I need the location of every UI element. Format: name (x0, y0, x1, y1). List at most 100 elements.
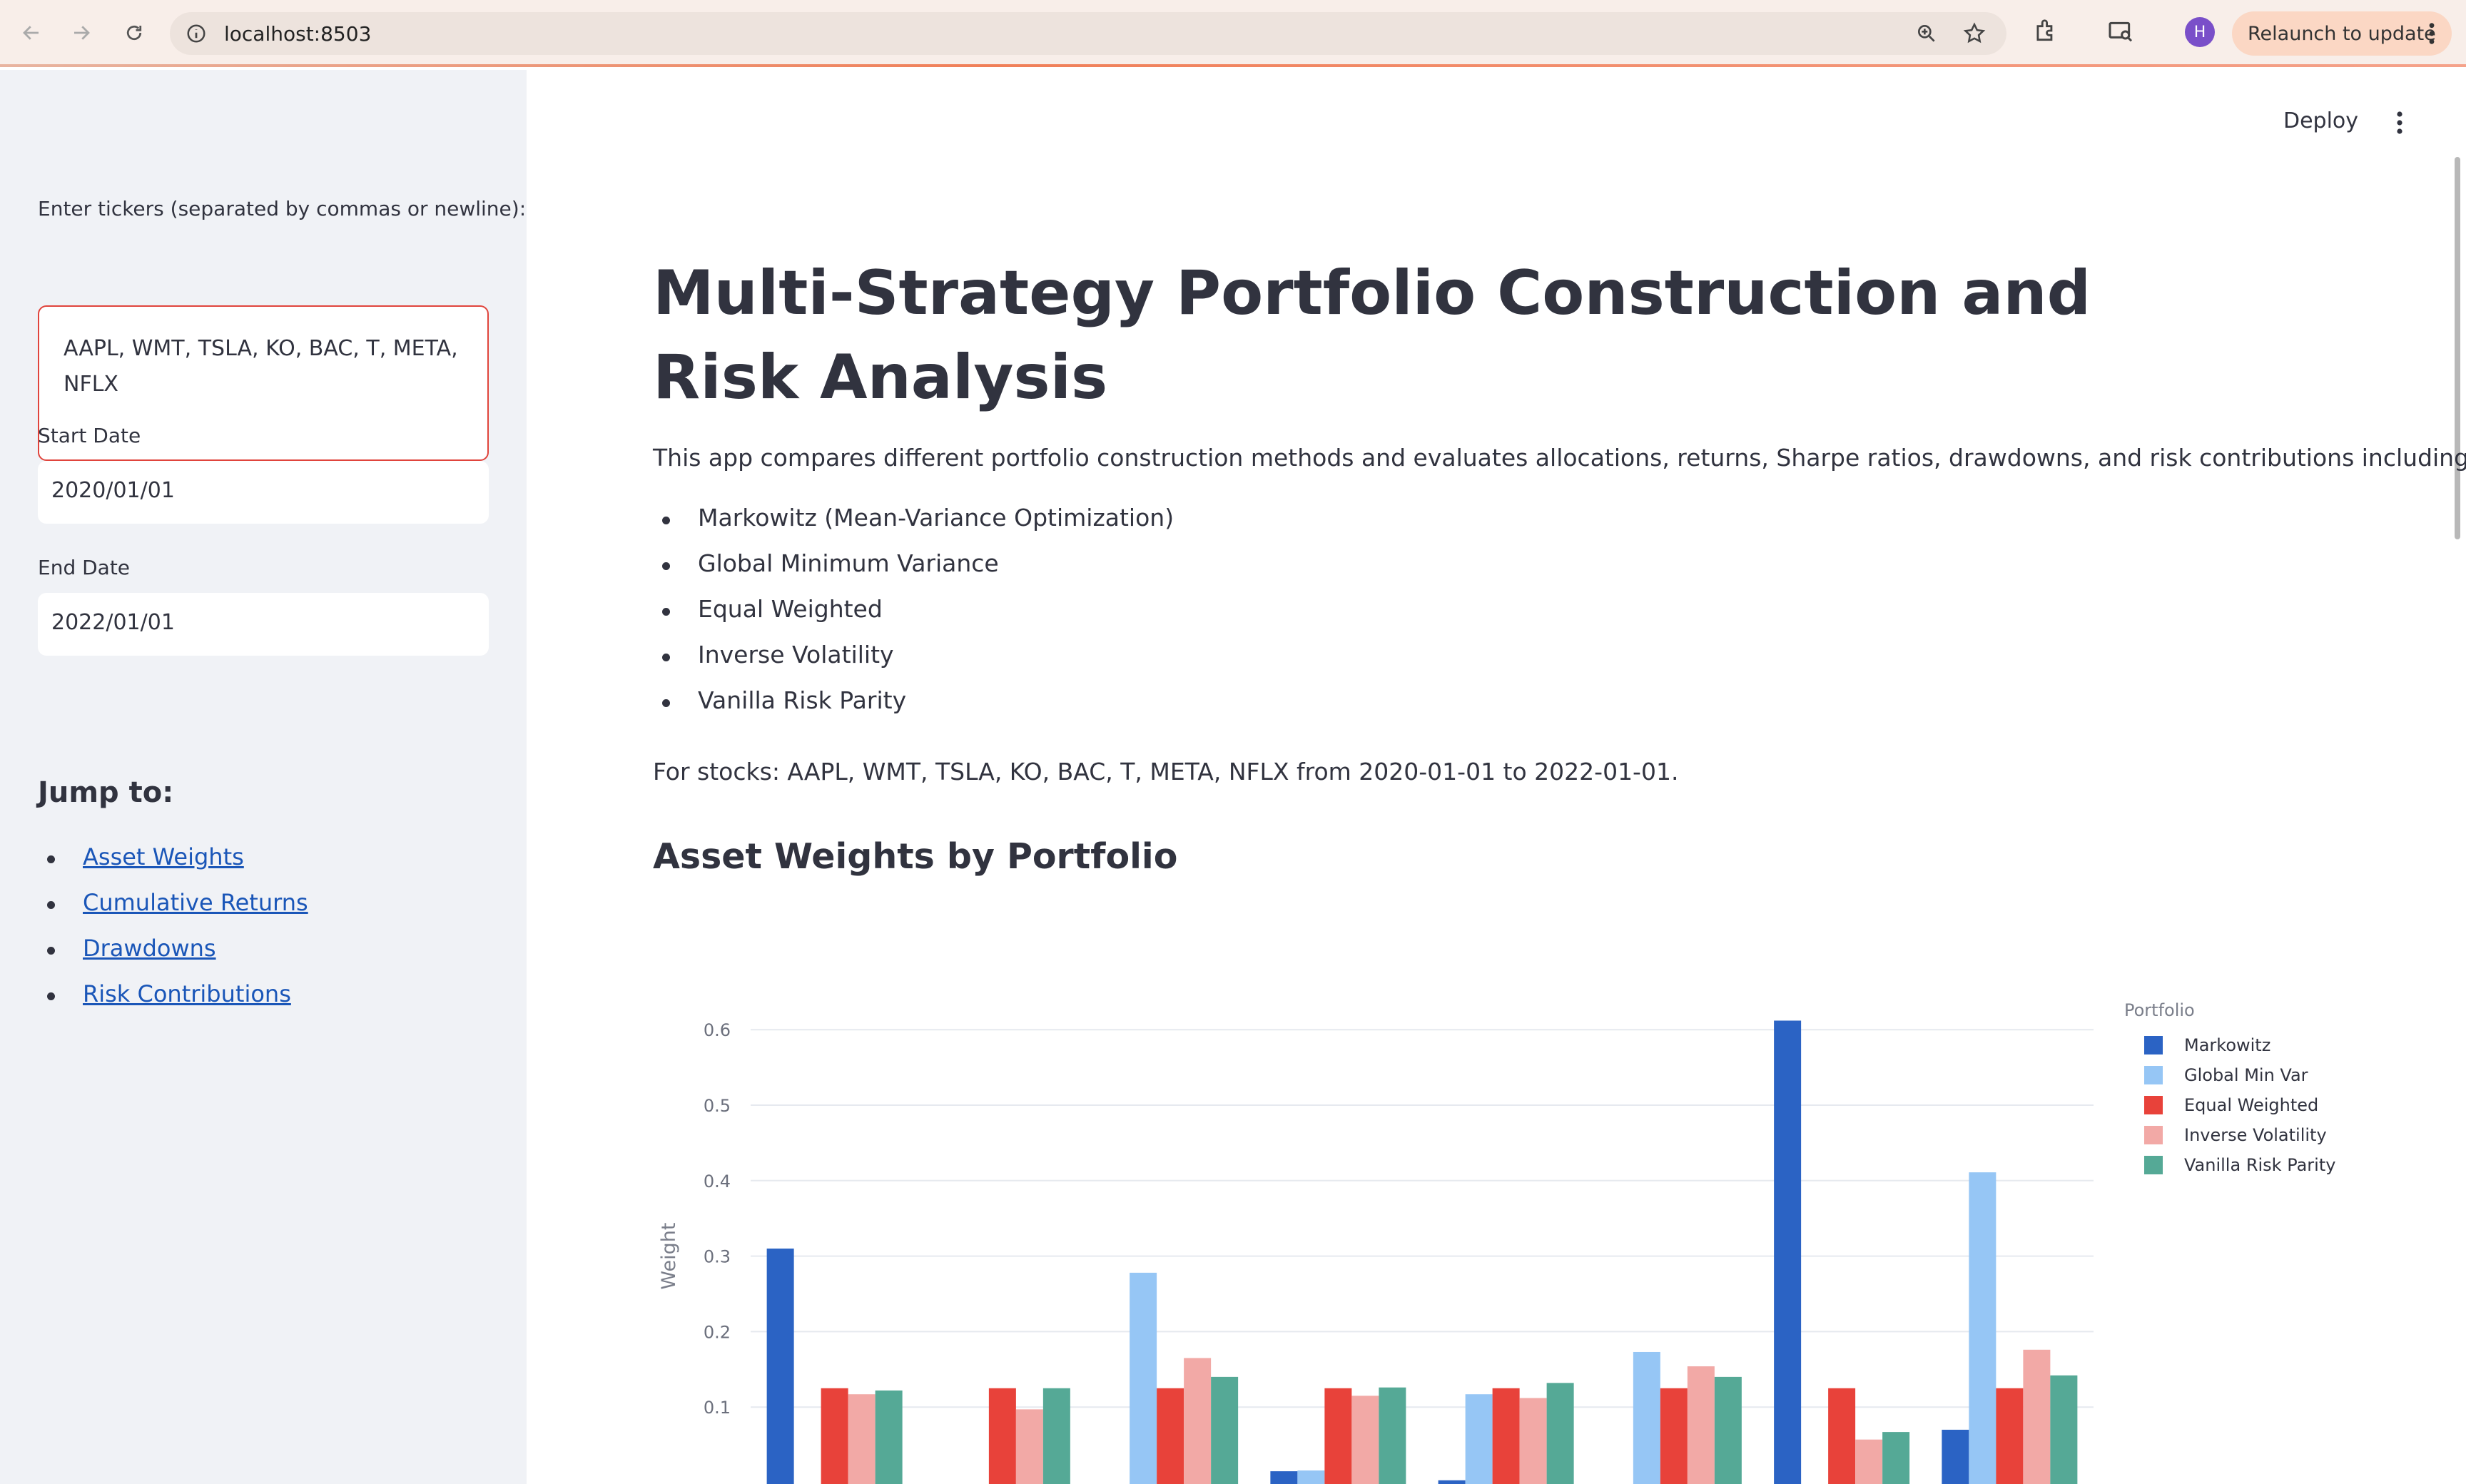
back-arrow-icon (23, 26, 39, 40)
bar-vanilla-risk-parity (1211, 1376, 1239, 1484)
bar-equal-weighted (821, 1388, 848, 1484)
deploy-button[interactable]: Deploy (2283, 108, 2358, 133)
method-item: Global Minimum Variance (653, 549, 1174, 595)
y-tick-label: 0.6 (704, 1020, 731, 1040)
forward-arrow-icon (74, 26, 90, 40)
bar-vanilla-risk-parity (1882, 1432, 1910, 1484)
asset-weights-heading: Asset Weights by Portfolio (653, 836, 1178, 877)
back-button[interactable] (14, 16, 49, 50)
methods-list: Markowitz (Mean-Variance Optimization) G… (653, 504, 1174, 732)
reload-icon (126, 25, 142, 41)
bar-vanilla-risk-parity (1546, 1383, 1574, 1484)
asset-weights-link[interactable]: Asset Weights (83, 843, 244, 870)
bar-inverse-volatility (1351, 1396, 1379, 1484)
bar-equal-weighted (988, 1388, 1016, 1484)
method-item: Markowitz (Mean-Variance Optimization) (653, 504, 1174, 549)
bar-equal-weighted (1157, 1388, 1184, 1484)
bar-global-min-var (1465, 1394, 1493, 1484)
sidebar: Enter tickers (separated by commas or ne… (0, 70, 527, 1484)
bar-global-min-var (1633, 1351, 1660, 1484)
jump-links-list: Asset Weights Cumulative Returns Drawdow… (38, 843, 308, 1026)
legend-swatch (2144, 1036, 2163, 1054)
main-menu-icon[interactable] (2395, 110, 2404, 138)
method-item: Inverse Volatility (653, 641, 1174, 686)
intro-text: This app compares different portfolio co… (653, 444, 2466, 472)
y-tick-label: 0.1 (704, 1398, 731, 1418)
zoom-icon[interactable] (1915, 22, 1938, 48)
page-scrollbar[interactable] (2455, 157, 2460, 539)
relaunch-button[interactable]: Relaunch to update (2232, 11, 2452, 56)
legend-item-label: Global Min Var (2184, 1065, 2308, 1085)
asset-weights-chart[interactable]: 0.1 0.2 0.3 0.4 0.5 0.6 Weight Portfolio Markowi… (642, 992, 2390, 1484)
legend-swatch (2144, 1126, 2163, 1144)
extensions-icon[interactable] (2032, 17, 2059, 47)
bar-inverse-volatility (2023, 1349, 2051, 1484)
jump-link-item: Risk Contributions (38, 980, 308, 1026)
start-date-input[interactable]: 2020/01/01 (38, 461, 489, 524)
relaunch-label: Relaunch to update (2248, 22, 2436, 45)
bar-inverse-volatility (1519, 1398, 1547, 1484)
jump-to-heading: Jump to: (38, 776, 174, 809)
legend-item-label: Inverse Volatility (2184, 1125, 2327, 1145)
start-date-label: Start Date (38, 424, 141, 447)
bar-inverse-volatility (848, 1394, 876, 1484)
bar-vanilla-risk-parity (2050, 1375, 2078, 1484)
y-tick-label: 0.4 (704, 1172, 731, 1191)
bar-equal-weighted (1996, 1388, 2024, 1484)
cumulative-returns-link[interactable]: Cumulative Returns (83, 889, 308, 916)
bar-markowitz (1774, 1020, 1802, 1484)
bar-equal-weighted (1324, 1388, 1352, 1484)
more-vert-icon (2427, 21, 2436, 51)
bar-global-min-var (1130, 1272, 1157, 1484)
browser-toolbar: localhost:8503 H Relaunch to update (0, 0, 2466, 67)
jump-link-item: Asset Weights (38, 843, 308, 889)
jump-link-item: Drawdowns (38, 935, 308, 980)
drawdowns-link[interactable]: Drawdowns (83, 935, 216, 962)
bar-global-min-var (1969, 1172, 1996, 1484)
bar-equal-weighted (1828, 1388, 1856, 1484)
loading-accent-line (0, 64, 2466, 67)
bar-inverse-volatility (1184, 1358, 1212, 1484)
bar-markowitz (1942, 1429, 1969, 1484)
legend-swatch (2144, 1066, 2163, 1084)
jump-link-item: Cumulative Returns (38, 889, 308, 935)
y-tick-label: 0.2 (704, 1322, 731, 1342)
forward-button[interactable] (64, 16, 98, 50)
bar-inverse-volatility (1855, 1439, 1883, 1484)
tab-search-icon[interactable] (2106, 17, 2135, 49)
bar-inverse-volatility (1687, 1366, 1715, 1484)
site-info-icon[interactable] (186, 23, 207, 47)
bar-vanilla-risk-parity (1714, 1376, 1742, 1484)
method-item: Vanilla Risk Parity (653, 686, 1174, 732)
bar-equal-weighted (1492, 1388, 1520, 1484)
profile-avatar[interactable]: H (2185, 17, 2215, 47)
legend-item-label: Equal Weighted (2184, 1095, 2318, 1115)
bar-markowitz (1438, 1480, 1466, 1484)
stocks-summary-text: For stocks: AAPL, WMT, TSLA, KO, BAC, T,… (653, 758, 1679, 786)
reload-button[interactable] (117, 16, 151, 50)
url-text: localhost:8503 (224, 22, 372, 46)
legend-item-label: Markowitz (2184, 1035, 2270, 1055)
risk-contributions-link[interactable]: Risk Contributions (83, 980, 291, 1007)
bar-equal-weighted (1660, 1388, 1688, 1484)
legend-swatch (2144, 1156, 2163, 1174)
bar-vanilla-risk-parity (1379, 1387, 1406, 1484)
y-axis-title: Weight (658, 1223, 680, 1290)
bookmark-star-icon[interactable] (1962, 21, 1986, 49)
legend-swatch (2144, 1096, 2163, 1114)
y-tick-label: 0.5 (704, 1096, 731, 1116)
bar-vanilla-risk-parity (1042, 1388, 1070, 1484)
bar-global-min-var (1297, 1470, 1325, 1484)
end-date-input[interactable]: 2022/01/01 (38, 593, 489, 656)
bar-vanilla-risk-parity (875, 1390, 903, 1484)
method-item: Equal Weighted (653, 595, 1174, 641)
address-bar[interactable]: localhost:8503 (170, 12, 2006, 55)
y-tick-label: 0.3 (704, 1247, 731, 1267)
bar-inverse-volatility (1015, 1409, 1043, 1484)
legend-title: Portfolio (2124, 1000, 2195, 1020)
legend-item-label: Vanilla Risk Parity (2184, 1155, 2335, 1175)
page-title: Multi-Strategy Portfolio Construction an… (653, 258, 2091, 413)
bar-markowitz (1270, 1471, 1298, 1484)
bar-markowitz (766, 1249, 794, 1484)
end-date-label: End Date (38, 556, 131, 579)
